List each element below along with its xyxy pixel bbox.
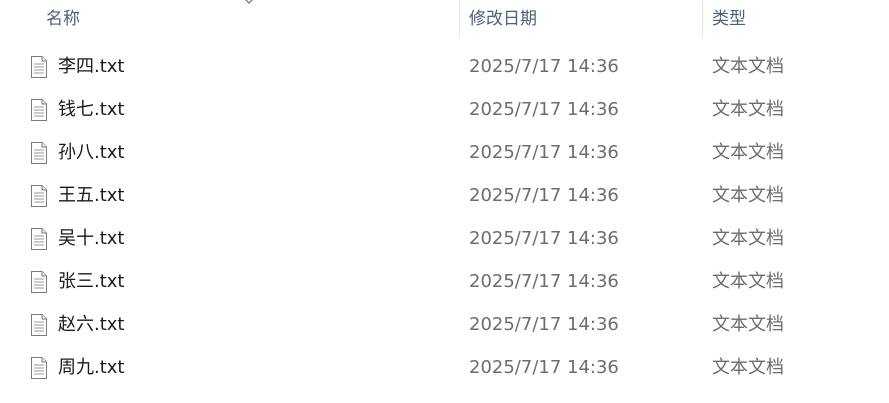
column-header-type[interactable]: 类型 — [712, 0, 746, 38]
file-date-modified: 2025/7/17 14:36 — [469, 314, 619, 335]
file-row[interactable]: 吴十.txt 2025/7/17 14:36 文本文档 — [0, 217, 889, 260]
file-name[interactable]: 张三.txt — [58, 260, 125, 303]
file-date-modified: 2025/7/17 14:36 — [469, 228, 619, 249]
column-header-name[interactable]: 名称 — [46, 0, 80, 38]
file-row[interactable]: 王五.txt 2025/7/17 14:36 文本文档 — [0, 174, 889, 217]
file-date-modified: 2025/7/17 14:36 — [469, 357, 619, 378]
text-file-icon — [31, 99, 47, 121]
column-divider[interactable] — [702, 0, 703, 38]
file-type: 文本文档 — [712, 357, 784, 378]
file-type: 文本文档 — [712, 228, 784, 249]
file-name[interactable]: 王五.txt — [58, 174, 125, 217]
text-file-icon — [31, 314, 47, 336]
text-file-icon — [31, 357, 47, 379]
file-name[interactable]: 赵六.txt — [58, 303, 125, 346]
text-file-icon — [31, 271, 47, 293]
file-date-modified: 2025/7/17 14:36 — [469, 142, 619, 163]
file-list: 李四.txt 2025/7/17 14:36 文本文档 钱七.txt 2025/… — [0, 45, 889, 389]
file-type: 文本文档 — [712, 185, 784, 206]
file-date-modified: 2025/7/17 14:36 — [469, 56, 619, 77]
file-date-modified: 2025/7/17 14:36 — [469, 185, 619, 206]
file-date-modified: 2025/7/17 14:36 — [469, 99, 619, 120]
file-name[interactable]: 孙八.txt — [58, 131, 125, 174]
column-header-date-modified[interactable]: 修改日期 — [469, 0, 537, 38]
column-header-bar: 名称 修改日期 类型 — [0, 0, 889, 38]
file-name[interactable]: 李四.txt — [58, 45, 125, 88]
text-file-icon — [31, 142, 47, 164]
file-name[interactable]: 钱七.txt — [58, 88, 125, 131]
file-name[interactable]: 周九.txt — [58, 346, 125, 389]
text-file-icon — [31, 228, 47, 250]
file-date-modified: 2025/7/17 14:36 — [469, 271, 619, 292]
file-row[interactable]: 张三.txt 2025/7/17 14:36 文本文档 — [0, 260, 889, 303]
file-type: 文本文档 — [712, 99, 784, 120]
file-type: 文本文档 — [712, 271, 784, 292]
file-explorer-list: 名称 修改日期 类型 李四.txt 2025/7/17 14:36 文本文档 钱… — [0, 0, 889, 403]
text-file-icon — [31, 56, 47, 78]
file-row[interactable]: 周九.txt 2025/7/17 14:36 文本文档 — [0, 346, 889, 389]
file-row[interactable]: 赵六.txt 2025/7/17 14:36 文本文档 — [0, 303, 889, 346]
file-type: 文本文档 — [712, 142, 784, 163]
file-row[interactable]: 孙八.txt 2025/7/17 14:36 文本文档 — [0, 131, 889, 174]
file-type: 文本文档 — [712, 314, 784, 335]
file-row[interactable]: 李四.txt 2025/7/17 14:36 文本文档 — [0, 45, 889, 88]
file-name[interactable]: 吴十.txt — [58, 217, 125, 260]
file-row[interactable]: 钱七.txt 2025/7/17 14:36 文本文档 — [0, 88, 889, 131]
file-type: 文本文档 — [712, 56, 784, 77]
sort-caret-icon — [245, 0, 253, 4]
text-file-icon — [31, 185, 47, 207]
column-divider[interactable] — [459, 0, 460, 38]
